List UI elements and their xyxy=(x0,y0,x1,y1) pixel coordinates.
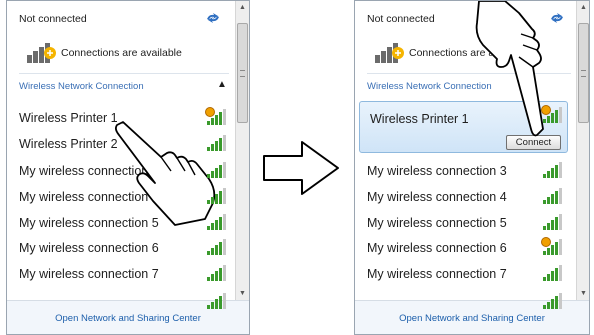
security-shield-icon xyxy=(541,237,551,247)
signal-strength-icon xyxy=(543,162,563,178)
network-flyout-after: Not connected Connections are available … xyxy=(354,0,590,335)
network-available-icon xyxy=(375,41,405,68)
refresh-icon[interactable] xyxy=(205,11,221,29)
connection-status: Not connected xyxy=(367,13,435,25)
section-header[interactable]: Wireless Network Connection xyxy=(19,81,144,92)
signal-strength-icon xyxy=(207,188,227,204)
security-shield-icon xyxy=(205,107,215,117)
signal-strength-icon xyxy=(207,239,227,255)
scroll-down-arrow[interactable]: ▼ xyxy=(577,287,589,301)
scroll-up-arrow[interactable]: ▲ xyxy=(577,1,589,15)
network-flyout-before: Not connected Connections are available … xyxy=(6,0,250,335)
network-item[interactable]: My wireless connection 3 xyxy=(367,164,507,178)
signal-strength-icon xyxy=(543,265,563,281)
network-item[interactable]: My wireless connection 7 xyxy=(19,267,159,281)
signal-strength-icon xyxy=(543,214,563,230)
signal-strength-icon xyxy=(207,293,227,309)
network-sharing-center-link[interactable]: Open Network and Sharing Center xyxy=(355,313,589,324)
right-arrow-icon xyxy=(263,141,339,195)
availability-label: Connections are available xyxy=(61,47,182,59)
signal-strength-icon xyxy=(543,293,563,309)
network-item[interactable]: My wireless connection 6 xyxy=(367,241,507,255)
scrollbar[interactable]: ▲ ▼ xyxy=(576,1,589,301)
signal-strength-icon xyxy=(207,162,227,178)
connection-status: Not connected xyxy=(19,13,87,25)
network-item[interactable]: My wireless connection 7 xyxy=(367,267,507,281)
scroll-up-arrow[interactable]: ▲ xyxy=(236,1,249,15)
signal-strength-icon xyxy=(541,237,563,255)
section-header[interactable]: Wireless Network Connection xyxy=(367,81,492,92)
signal-strength-icon xyxy=(207,214,227,230)
scroll-thumb[interactable] xyxy=(237,23,248,123)
network-item[interactable]: My wireless connection 4 xyxy=(367,190,507,204)
network-available-icon xyxy=(27,41,57,68)
scroll-thumb[interactable] xyxy=(578,23,589,123)
signal-strength-icon xyxy=(207,265,227,281)
network-item[interactable]: Wireless Printer 2 xyxy=(19,137,118,151)
signal-strength-icon xyxy=(205,107,227,125)
security-shield-icon xyxy=(541,105,551,115)
network-item[interactable]: My wireless connection 6 xyxy=(19,241,159,255)
chevron-up-icon[interactable]: ▲ xyxy=(217,79,227,90)
signal-strength-icon xyxy=(543,188,563,204)
scroll-down-arrow[interactable]: ▼ xyxy=(236,287,249,301)
network-item[interactable]: Wireless Printer 1 xyxy=(19,111,118,125)
network-item[interactable]: My wireless connection 5 xyxy=(367,216,507,230)
selected-network-name: Wireless Printer 1 xyxy=(370,112,469,126)
signal-strength-icon xyxy=(541,105,563,123)
pointing-hand-icon xyxy=(114,121,216,226)
scrollbar[interactable]: ▲ ▼ xyxy=(235,1,249,301)
signal-strength-icon xyxy=(207,135,227,151)
divider xyxy=(19,73,229,74)
network-sharing-center-link[interactable]: Open Network and Sharing Center xyxy=(7,313,249,324)
